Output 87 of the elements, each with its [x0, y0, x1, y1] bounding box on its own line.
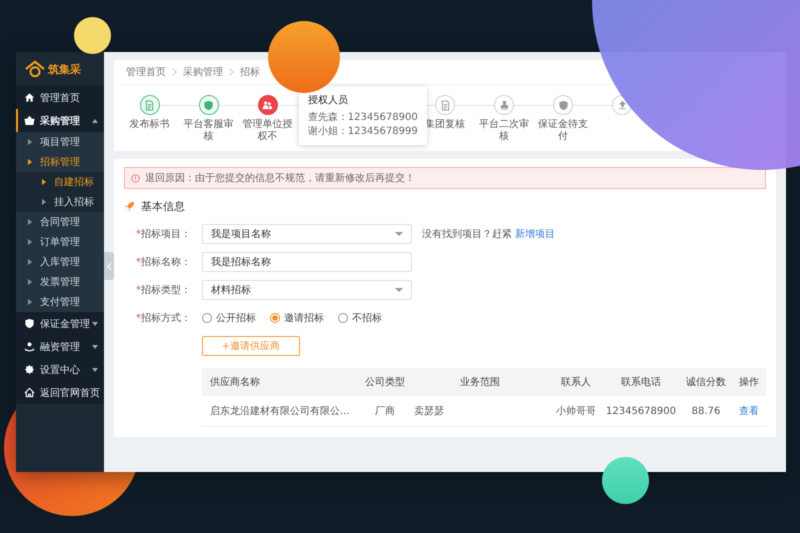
caret-icon	[92, 344, 98, 348]
alert-text: 退回原因：由于您提交的信息不规范，请重新修改后再提交！	[145, 172, 415, 185]
column-header: 诚信分数	[686, 376, 726, 389]
sidebar-item[interactable]: 返回官网首页	[16, 381, 104, 404]
sidebar-subitem[interactable]: 合同管理	[16, 212, 104, 232]
caret-icon	[28, 299, 32, 305]
caret-icon	[42, 199, 46, 205]
shield-icon	[24, 318, 35, 329]
caret-icon	[395, 232, 403, 236]
step-label: 平台客服审核	[182, 119, 235, 143]
tooltip-text: 谢小姐：12345678999	[308, 125, 418, 139]
decorative-circle	[602, 457, 649, 504]
table-cell: 12345678900	[606, 406, 676, 416]
tooltip-text: 查先森：12345678900	[308, 111, 418, 125]
caret-icon	[28, 259, 32, 265]
column-header: 联系电话	[621, 376, 661, 389]
sidebar-subitem[interactable]: 支付管理	[16, 292, 104, 312]
caret-icon	[28, 219, 32, 225]
caret-icon	[28, 279, 32, 285]
info-icon	[131, 174, 140, 182]
sidebar-subitem[interactable]: 挂入招标	[16, 192, 104, 212]
step-label: 发布标书	[130, 119, 170, 131]
tooltip-title: 授权人员	[308, 94, 349, 107]
caret-icon	[28, 139, 32, 145]
sidebar-subitem[interactable]: 订单管理	[16, 232, 104, 252]
caret-icon	[28, 239, 32, 245]
column-header: 操作	[739, 376, 759, 389]
column-header: 公司类型	[365, 376, 405, 389]
chevron-left-icon	[106, 262, 112, 270]
radio-button[interactable]	[270, 313, 280, 323]
caret-icon	[42, 179, 46, 185]
sidebar-subitem[interactable]: 项目管理	[16, 132, 104, 152]
column-header: 供应商名称	[209, 376, 260, 389]
add-project-link[interactable]: 新增项目	[515, 227, 555, 241]
table-cell-text: 厂商	[375, 404, 395, 418]
gear-icon	[24, 364, 35, 375]
sidebar-subitem[interactable]: 发票管理	[16, 272, 104, 292]
table-cell-text: 卖瑟瑟	[413, 404, 444, 418]
caret-icon	[92, 322, 98, 326]
caret-icon	[395, 288, 403, 292]
select-field[interactable]: 我是项目名称	[202, 224, 412, 244]
field-label: *招标方式：	[135, 312, 192, 325]
field-label: *招标项目：	[135, 228, 192, 241]
table-cell-text: 启东龙沿建材有限公司有限公...	[209, 404, 350, 418]
hand-icon	[24, 341, 35, 352]
sidebar-subitem[interactable]: 招标管理	[16, 152, 104, 172]
radio-option[interactable]: 不招标	[338, 311, 382, 325]
rocket-icon	[124, 201, 135, 212]
section-title: 基本信息	[141, 199, 185, 214]
breadcrumb-link[interactable]: 招标	[240, 65, 260, 79]
input-field[interactable]: 我是招标名称	[202, 252, 412, 272]
house-icon	[24, 387, 35, 398]
chevron-right-icon	[229, 68, 234, 76]
table-cell-text: 小帅哥哥	[556, 404, 596, 418]
table-cell: 88.76	[692, 406, 720, 416]
radio-option[interactable]: 公开招标	[202, 311, 256, 325]
select-field[interactable]: 材料招标	[202, 280, 412, 300]
sidebar-item[interactable]: 保证金管理	[16, 312, 104, 335]
hint-text: 没有找到项目？赶紧	[422, 228, 512, 241]
step-label: 保证金待支付	[537, 119, 590, 143]
logo-icon	[24, 60, 46, 78]
caret-icon	[28, 159, 32, 165]
sidebar-item[interactable]: 管理首页	[16, 86, 104, 109]
sidebar-item[interactable]: 融资管理	[16, 335, 104, 358]
sidebar-item[interactable]: 采购管理	[16, 109, 104, 132]
chevron-right-icon	[172, 68, 177, 76]
field-label: *招标类型：	[135, 284, 192, 297]
collapse-handle[interactable]	[104, 252, 114, 280]
radio-button[interactable]	[202, 313, 212, 323]
breadcrumb-link[interactable]: 采购管理	[183, 65, 223, 79]
breadcrumb-link[interactable]: 管理首页	[126, 65, 166, 79]
sidebar-subitem[interactable]: 入库管理	[16, 252, 104, 272]
decorative-circle	[74, 17, 111, 54]
view-link[interactable]: 查看	[739, 404, 759, 418]
step-label: 管理单位授权不	[242, 119, 294, 143]
column-header: 联系人	[561, 376, 591, 389]
sidebar-item[interactable]: 设置中心	[16, 358, 104, 381]
radio-button[interactable]	[338, 313, 348, 323]
caret-icon	[92, 118, 98, 122]
sidebar-subitem[interactable]: 自建招标	[16, 172, 104, 192]
column-header: 业务范围	[460, 376, 500, 389]
radio-option[interactable]: 邀请招标	[270, 311, 324, 325]
home-icon	[24, 92, 35, 103]
step-label: 平台二次审核	[478, 119, 530, 143]
field-label: *招标名称：	[135, 256, 192, 269]
logo-text: 筑集采	[48, 62, 81, 76]
caret-icon	[92, 368, 98, 372]
